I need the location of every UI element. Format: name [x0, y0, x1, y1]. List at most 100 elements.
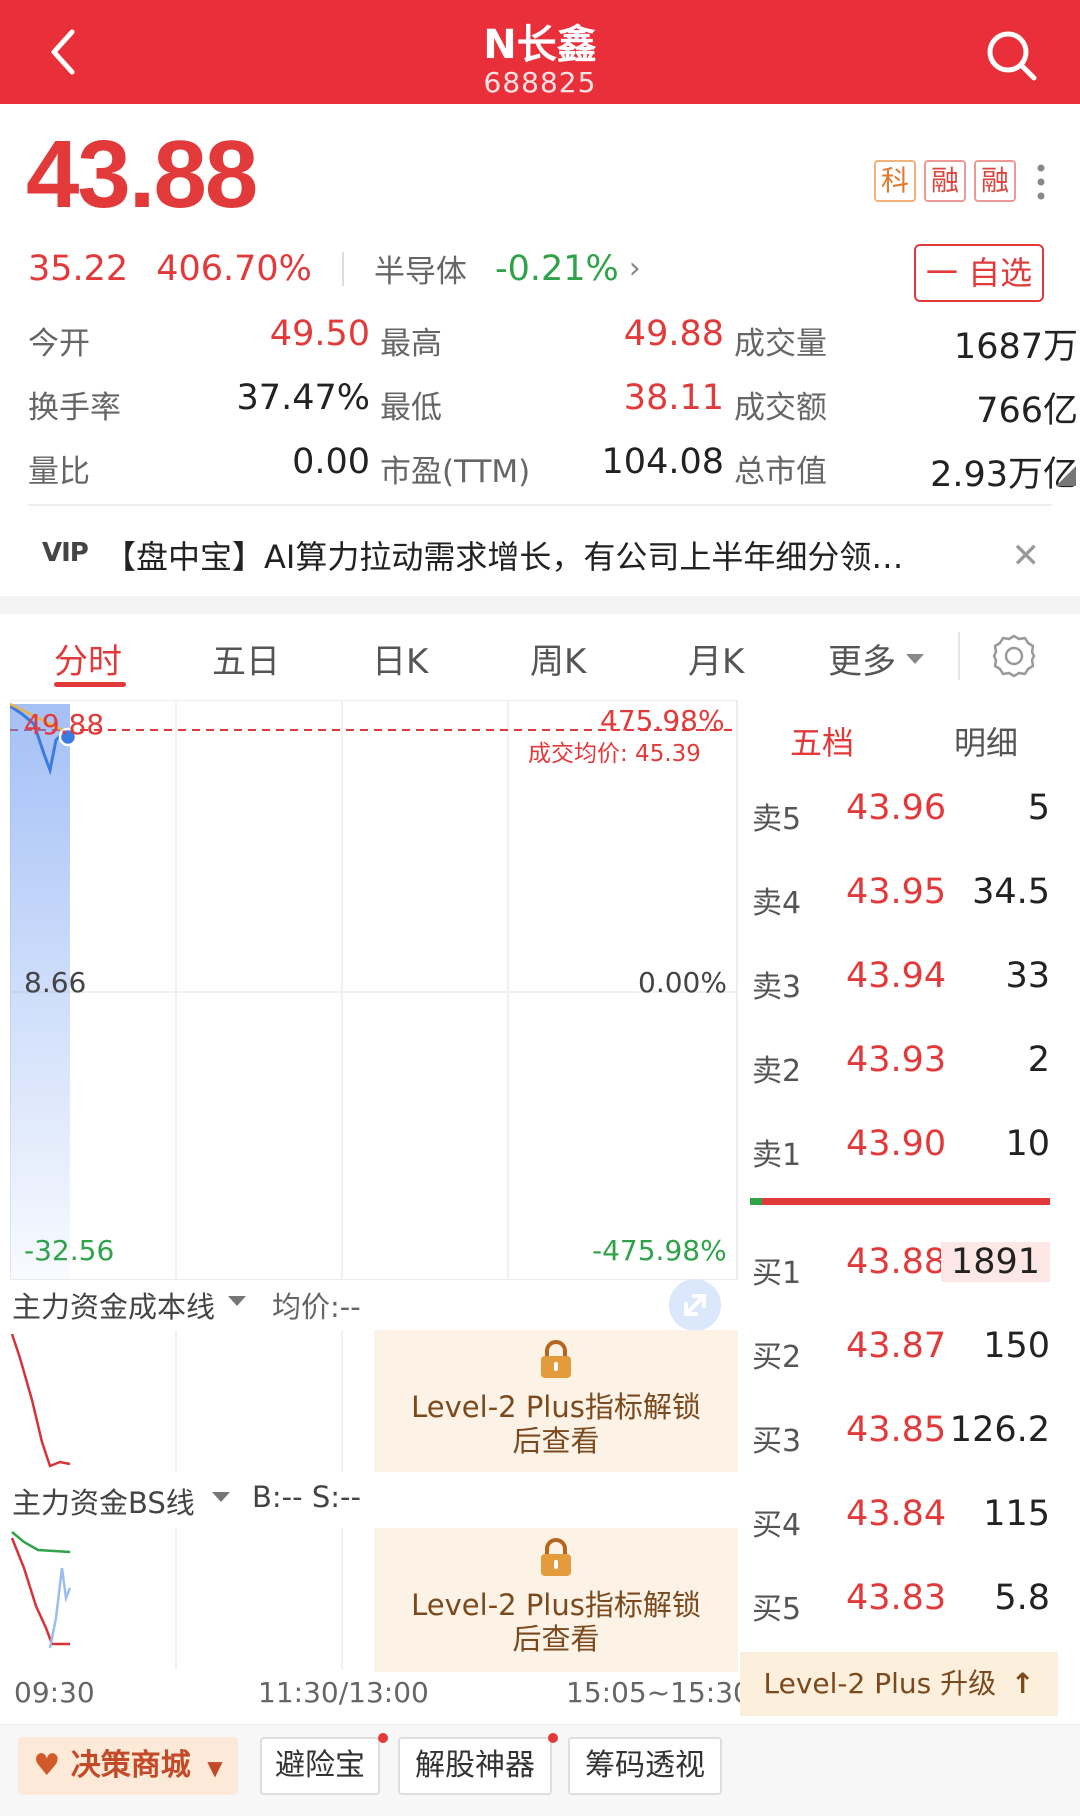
more-vertical-icon[interactable]: [1036, 162, 1046, 202]
stat-value: 1687万: [953, 327, 1078, 367]
indicator2-lock-panel[interactable]: Level-2 Plus指标解锁 后查看: [374, 1528, 738, 1672]
news-ticker[interactable]: VIP 【盘中宝】AI算力拉动需求增长，有公司上半年细分领… ✕: [0, 520, 1080, 590]
heart-diamond-icon: ♥: [33, 1748, 61, 1783]
top-bar: N长鑫 688825: [0, 0, 1080, 104]
tab-more[interactable]: 更多: [828, 634, 896, 683]
lock-text: Level-2 Plus指标解锁: [411, 1390, 701, 1424]
chart-high-pct: 475.98%: [600, 704, 725, 737]
section-gap: [0, 596, 1080, 614]
chart-high-label: 49.88: [24, 708, 105, 741]
news-text[interactable]: 【盘中宝】AI算力拉动需求增长，有公司上半年细分领…: [104, 532, 903, 578]
indicator1-name[interactable]: 主力资金成本线: [12, 1284, 215, 1326]
last-price: 43.88: [26, 121, 258, 228]
bid-ask-ratio-bar: [750, 1198, 1050, 1205]
indicator1-chart: [10, 1330, 343, 1472]
order-row-buy-1: 买1 43.88 1891: [740, 1224, 1058, 1308]
order-level-label: 买3: [752, 1424, 802, 1459]
stat-value: 104.08: [601, 442, 724, 482]
order-level-label: 卖3: [752, 970, 802, 1005]
price-change: 35.22: [28, 248, 129, 289]
chart-low-label: -32.56: [24, 1234, 115, 1267]
tab-details[interactable]: 明细: [954, 718, 1018, 764]
sector-name[interactable]: 半导体: [374, 246, 467, 291]
order-price: 43.90: [846, 1124, 947, 1164]
order-price: 43.85: [846, 1410, 947, 1450]
star-market-tag[interactable]: 科: [874, 160, 916, 202]
indicator2-chart: [10, 1528, 343, 1670]
caret-down-icon[interactable]: [906, 654, 924, 664]
order-price: 43.88: [846, 1242, 947, 1282]
level2-upgrade-button[interactable]: Level-2 Plus 升级 ↑: [740, 1652, 1058, 1716]
lock-icon: [541, 1340, 571, 1378]
order-volume: 150: [983, 1326, 1050, 1366]
stock-tags: 科 融 融: [874, 160, 1016, 202]
order-row-buy-5: 买5 43.83 5.8: [740, 1560, 1058, 1644]
caret-down-icon[interactable]: [228, 1296, 246, 1306]
change-row: 35.22 406.70% 半导体 -0.21% ›: [28, 246, 641, 291]
stat-value: 49.50: [269, 314, 370, 354]
search-icon[interactable]: [984, 28, 1040, 84]
order-price: 43.87: [846, 1326, 947, 1366]
gear-icon[interactable]: [990, 632, 1038, 680]
order-price: 43.93: [846, 1040, 947, 1080]
lock-text: Level-2 Plus指标解锁: [411, 1588, 701, 1622]
stat-value: 49.88: [623, 314, 724, 354]
order-book: 五档 明细 卖5 43.96 5 卖4 43.95 34.5 卖3 43.94 …: [740, 700, 1058, 1720]
margin-tag[interactable]: 融: [924, 160, 966, 202]
indicator2-name[interactable]: 主力资金BS线: [12, 1480, 195, 1522]
order-level-label: 买4: [752, 1508, 802, 1543]
stock-code: 688825: [483, 66, 597, 99]
intraday-chart[interactable]: [10, 700, 738, 1280]
order-volume: 34.5: [972, 872, 1050, 912]
stat-value: 38.11: [623, 378, 724, 418]
order-price: 43.95: [846, 872, 947, 912]
caret-down-icon: ▼: [207, 1756, 223, 1780]
order-level-label: 卖2: [752, 1054, 802, 1089]
time-axis-label: 11:30/13:00: [258, 1676, 429, 1709]
stat-label: 换手率: [28, 390, 121, 426]
chart-low-pct: -475.98%: [592, 1234, 727, 1267]
time-axis-label: 15:05~15:30: [566, 1676, 751, 1709]
stat-value: 0.00: [292, 442, 370, 482]
notification-dot: [378, 1733, 388, 1743]
stat-label: 市盈(TTM): [380, 454, 531, 490]
tab-five-day[interactable]: 五日: [212, 634, 280, 683]
order-volume: 10: [1005, 1124, 1050, 1164]
order-price: 43.84: [846, 1494, 947, 1534]
tab-daily-k[interactable]: 日K: [372, 634, 428, 683]
add-watchlist-button[interactable]: 一 自选: [914, 244, 1044, 302]
arrow-up-icon: ↑: [1011, 1667, 1035, 1700]
order-volume: 33: [1005, 956, 1050, 996]
order-row-sell-1: 卖1 43.90 10: [740, 1106, 1058, 1190]
stat-value: 766亿: [976, 391, 1078, 431]
tab-weekly-k[interactable]: 周K: [530, 634, 586, 683]
active-tab-indicator: [54, 682, 126, 687]
chip-distribution-button[interactable]: 筹码透视: [568, 1737, 722, 1795]
stat-value: 37.47%: [236, 378, 370, 418]
vip-badge: VIP: [42, 538, 89, 568]
sector-change[interactable]: -0.21%: [495, 249, 619, 289]
hedge-tool-button[interactable]: 避险宝: [260, 1737, 380, 1795]
order-row-sell-2: 卖2 43.93 2: [740, 1022, 1058, 1106]
tab-five-levels[interactable]: 五档: [790, 718, 854, 764]
expand-corner-icon[interactable]: [1056, 466, 1076, 486]
margin-tag-2[interactable]: 融: [974, 160, 1016, 202]
indicator1-lock-panel[interactable]: Level-2 Plus指标解锁 后查看: [374, 1330, 738, 1472]
order-level-label: 卖5: [752, 802, 802, 837]
lock-icon: [541, 1538, 571, 1576]
close-icon[interactable]: ✕: [1012, 536, 1041, 576]
bottom-toolbar: ♥ 决策商城 ▼ 避险宝 解股神器 筹码透视: [0, 1724, 1080, 1816]
order-price: 43.94: [846, 956, 947, 996]
order-row-buy-3: 买3 43.85 126.2: [740, 1392, 1058, 1476]
tab-intraday[interactable]: 分时: [54, 634, 122, 683]
caret-down-icon[interactable]: [212, 1492, 230, 1502]
tab-monthly-k[interactable]: 月K: [688, 634, 744, 683]
order-volume: 126.2: [949, 1410, 1050, 1450]
order-row-buy-4: 买4 43.84 115: [740, 1476, 1058, 1560]
decision-mall-button[interactable]: ♥ 决策商城 ▼: [18, 1737, 238, 1795]
lock-text: 后查看: [512, 1622, 600, 1656]
fullscreen-icon[interactable]: [668, 1278, 722, 1332]
stock-analyzer-button[interactable]: 解股神器: [398, 1737, 552, 1795]
chevron-right-icon[interactable]: ›: [629, 251, 641, 286]
time-axis-label: 09:30: [14, 1676, 95, 1709]
